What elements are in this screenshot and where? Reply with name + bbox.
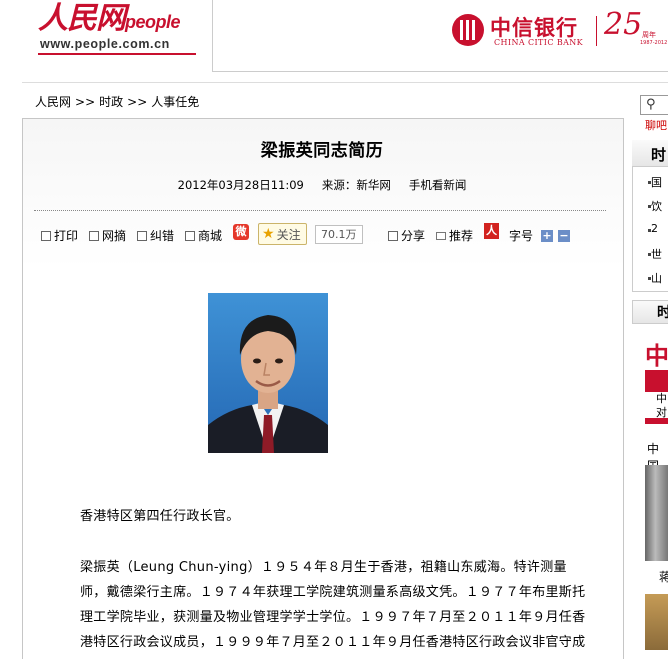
bank-separator <box>596 16 597 46</box>
article-meta: 2012年03月28日11:09 来源：新华网 手机看新闻 <box>22 177 622 193</box>
sidebar-ad-footer <box>645 418 668 424</box>
print-button[interactable]: 打印 <box>41 227 78 244</box>
breadcrumb-separator: >> <box>75 95 96 109</box>
article-paragraph: 香港特区第四任行政长官。 <box>80 509 240 524</box>
share-icon <box>388 230 398 241</box>
breadcrumb-separator: >> <box>127 95 148 109</box>
logo-chinese-text: 人民网 <box>38 1 126 36</box>
renren-icon[interactable]: 人 <box>484 223 499 239</box>
article-datetime: 2012年03月28日11:09 <box>177 178 304 192</box>
sidebar-second-title: 时 <box>657 305 668 321</box>
logo-url[interactable]: www.people.com.cn <box>40 37 170 51</box>
breadcrumb-home[interactable]: 人民网 <box>35 95 71 109</box>
sidebar-ad-title: 中 <box>645 342 668 370</box>
header-separator <box>22 82 668 83</box>
portrait-photo <box>208 293 328 453</box>
recommend-label: 推荐 <box>449 229 474 243</box>
share-button[interactable]: 分享 <box>388 227 425 244</box>
magnifier-icon: ⚲ <box>646 97 656 112</box>
header-divider <box>212 0 213 72</box>
search-button[interactable]: ⚲ <box>640 95 668 115</box>
correction-icon <box>137 230 147 241</box>
sidebar-news-item[interactable]: 2 <box>651 222 658 235</box>
follow-count: 70.1万 <box>315 225 363 244</box>
shop-label: 商城 <box>198 229 223 243</box>
correction-label: 纠错 <box>150 229 175 243</box>
envelope-icon <box>436 231 446 240</box>
sidebar-news-item[interactable]: 国 <box>651 174 662 190</box>
dotted-divider <box>34 210 606 211</box>
sidebar-news-item[interactable]: 山 <box>651 270 662 286</box>
font-decrease-button[interactable]: − <box>558 230 570 242</box>
follow-label: 关注 <box>276 227 301 242</box>
breadcrumb-appointments[interactable]: 人事任免 <box>151 95 199 109</box>
shop-icon <box>185 230 195 241</box>
share-label: 分享 <box>401 229 426 243</box>
article-source[interactable]: 来源：新华网 <box>322 178 391 192</box>
follow-button[interactable]: ★ 关注 <box>258 223 307 245</box>
recommend-button[interactable]: 推荐 <box>436 227 473 244</box>
banner-border <box>212 71 668 72</box>
printer-icon <box>41 230 51 241</box>
citic-bank-logo-icon[interactable] <box>452 14 484 46</box>
article-title: 梁振英同志简历 <box>260 141 384 161</box>
mobile-news-link[interactable]: 手机看新闻 <box>409 178 467 192</box>
sidebar-photo[interactable] <box>645 465 668 561</box>
star-icon: ★ <box>262 226 275 242</box>
anniversary-label: 周年 <box>642 31 656 39</box>
logo-latin-text: people <box>125 12 181 32</box>
people-logo[interactable]: 人民网people <box>38 1 181 39</box>
sidebar-photo-caption[interactable]: 蒋 <box>659 568 668 585</box>
sidebar-ad-banner <box>645 370 668 392</box>
font-size-label: 字号 <box>509 229 534 243</box>
excerpt-icon <box>89 230 99 241</box>
font-increase-button[interactable]: + <box>541 230 553 242</box>
weibo-icon[interactable]: 微 <box>233 224 249 240</box>
print-label: 打印 <box>54 229 79 243</box>
sidebar-news-title: 时 <box>651 146 667 164</box>
logo-underline <box>38 53 196 55</box>
excerpt-label: 网摘 <box>102 229 127 243</box>
anniversary-number: 25 <box>604 7 643 42</box>
correction-button[interactable]: 纠错 <box>137 227 174 244</box>
chat-link[interactable]: 聊吧 <box>645 117 667 133</box>
bank-name-en[interactable]: CHINA CITIC BANK <box>494 38 583 47</box>
sidebar-news-item[interactable]: 世 <box>651 246 662 262</box>
breadcrumb-politics[interactable]: 时政 <box>99 95 123 109</box>
excerpt-button[interactable]: 网摘 <box>89 227 126 244</box>
article-paragraph: 梁振英（Leung Chun-ying）１９５４年８月生于香港，祖籍山东威海。特… <box>80 555 590 655</box>
sidebar-news-item[interactable]: 饮 <box>651 198 662 214</box>
sidebar-photo[interactable] <box>645 594 668 650</box>
anniversary-years: 1987-2012 <box>640 40 668 46</box>
breadcrumb: 人民网 >> 时政 >> 人事任免 <box>35 93 199 110</box>
shop-button[interactable]: 商城 <box>185 227 222 244</box>
biography-text: 梁振英（Leung Chun-ying）１９５４年８月生于香港，祖籍山东威海。特… <box>80 560 586 650</box>
